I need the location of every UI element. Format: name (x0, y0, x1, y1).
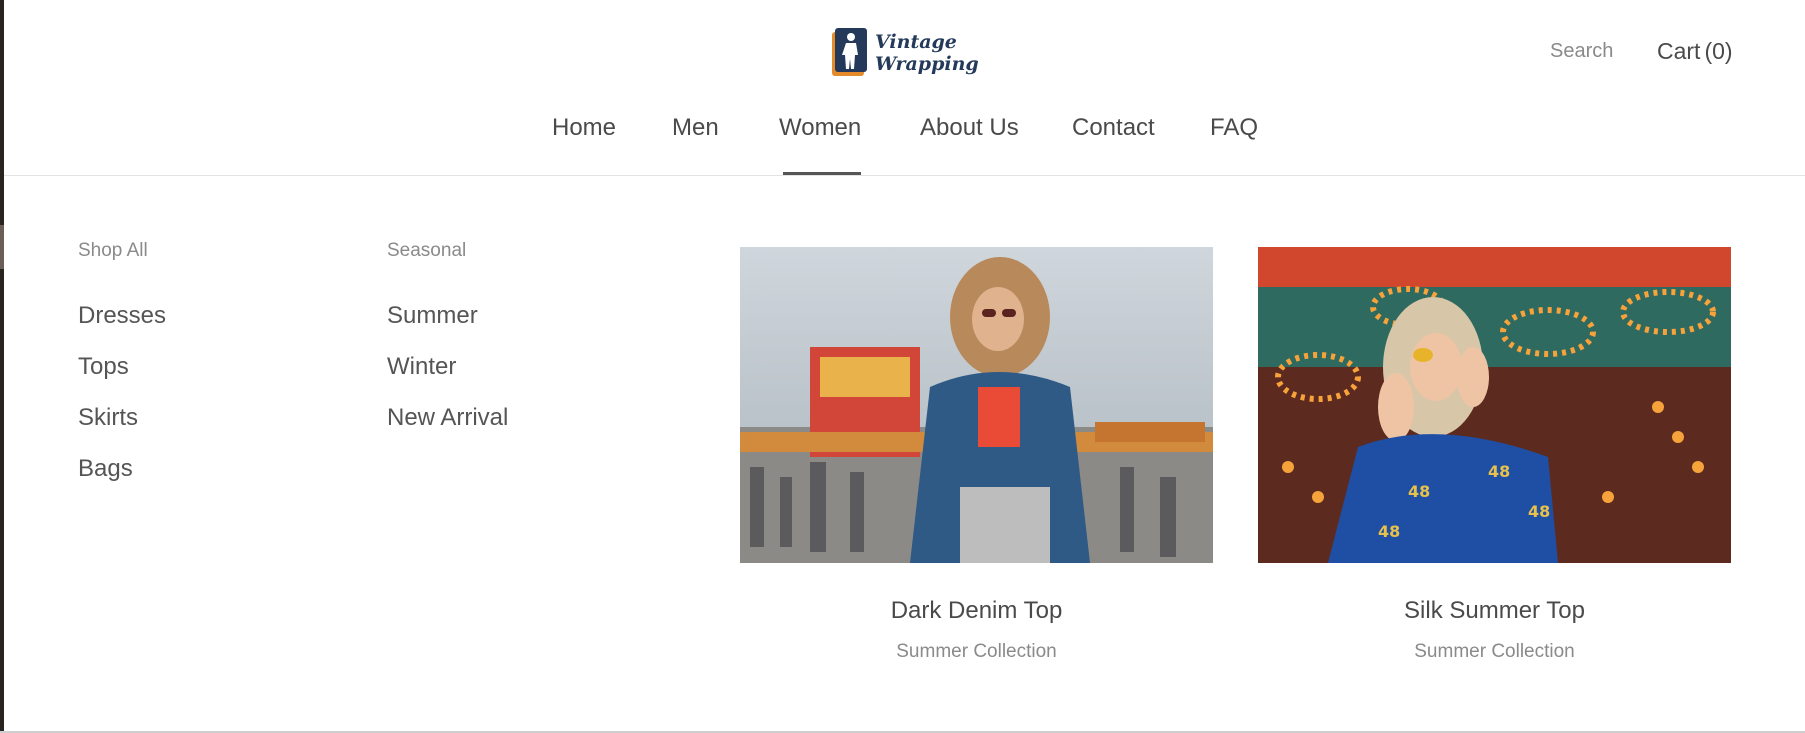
product-photo-denim (740, 247, 1213, 563)
cart-link[interactable]: Cart (0) (1657, 38, 1733, 65)
menu-link-dresses[interactable]: Dresses (78, 302, 166, 330)
svg-text:48: 48 (1488, 462, 1510, 481)
nav-contact[interactable]: Contact (1072, 114, 1155, 142)
nav-home[interactable]: Home (552, 114, 616, 142)
menu-link-tops[interactable]: Tops (78, 353, 129, 381)
svg-text:48: 48 (1408, 482, 1430, 501)
cart-label: Cart (1657, 38, 1701, 64)
product-card[interactable]: Dark Denim Top Summer Collection (740, 247, 1213, 663)
product-image[interactable] (740, 247, 1213, 563)
col-heading-shop-all: Shop All (78, 240, 148, 261)
logo-line-2: Wrapping (875, 53, 979, 75)
product-image[interactable]: 48 48 48 48 (1258, 247, 1731, 563)
nav-men[interactable]: Men (672, 114, 719, 142)
menu-link-skirts[interactable]: Skirts (78, 404, 138, 432)
nav-women[interactable]: Women (779, 114, 861, 142)
svg-text:48: 48 (1528, 502, 1550, 521)
window-edge (0, 225, 4, 269)
menu-link-summer[interactable]: Summer (387, 302, 478, 330)
logo-wordmark: Vintage Wrapping (875, 31, 979, 75)
main-nav: Home Men Women About Us Contact FAQ (4, 114, 1805, 176)
logo-line-1: Vintage (875, 31, 957, 53)
cart-count: (0) (1704, 38, 1733, 64)
person-silhouette-icon (832, 28, 867, 76)
nav-faq[interactable]: FAQ (1210, 114, 1258, 142)
product-photo-silk: 48 48 48 48 (1258, 247, 1731, 563)
col-heading-seasonal: Seasonal (387, 240, 467, 261)
site-logo[interactable]: Vintage Wrapping (829, 24, 985, 82)
search-link[interactable]: Search (1550, 40, 1613, 63)
svg-text:48: 48 (1378, 522, 1400, 541)
product-subtitle: Summer Collection (1414, 641, 1575, 662)
product-title[interactable]: Dark Denim Top (740, 597, 1213, 625)
nav-about-us[interactable]: About Us (920, 114, 1019, 142)
product-card[interactable]: 48 48 48 48 Silk Summer Top Summer Collect… (1258, 247, 1731, 663)
product-title[interactable]: Silk Summer Top (1258, 597, 1731, 625)
product-subtitle: Summer Collection (896, 641, 1057, 662)
header-divider (4, 175, 1805, 176)
page: Vintage Wrapping Search Cart (0) Home Me… (4, 0, 1805, 731)
menu-link-winter[interactable]: Winter (387, 353, 456, 381)
menu-link-new-arrival[interactable]: New Arrival (387, 404, 508, 432)
menu-link-bags[interactable]: Bags (78, 455, 133, 483)
